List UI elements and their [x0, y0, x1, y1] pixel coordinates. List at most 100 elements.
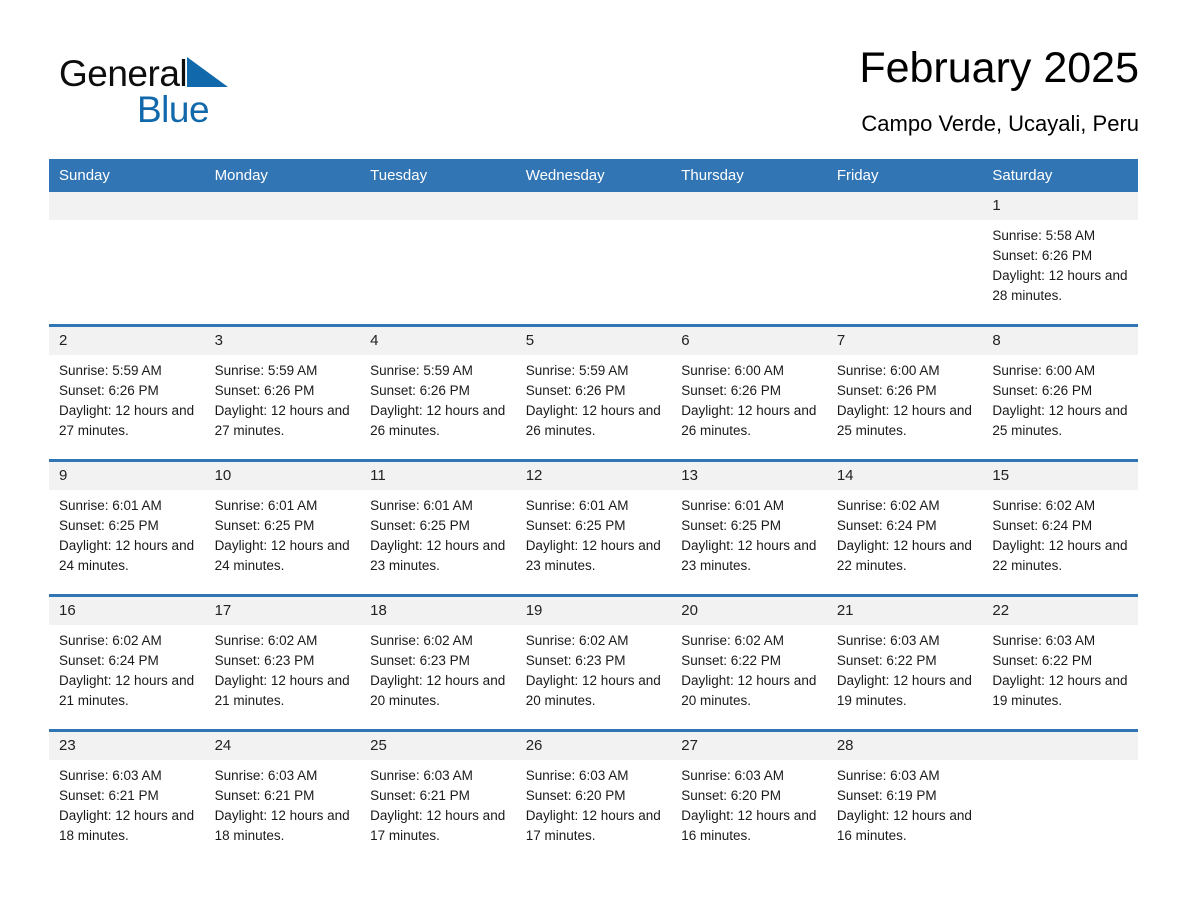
calendar-day-cell[interactable]: 23 Sunrise: 6:03 AM Sunset: 6:21 PM Dayligh…	[49, 729, 205, 864]
sunset-text: Sunset: 6:26 PM	[214, 383, 315, 398]
day-number: 28	[826, 732, 983, 760]
sunrise-text: Sunrise: 6:01 AM	[681, 498, 785, 513]
calendar-day-cell[interactable]: 7 Sunrise: 6:00 AM Sunset: 6:26 PM Daylight…	[826, 324, 983, 461]
sunset-text: Sunset: 6:25 PM	[59, 518, 159, 533]
day-details: Sunrise: 6:03 AM Sunset: 6:22 PM Daylight:…	[827, 625, 983, 711]
calendar-day-cell[interactable]: 10 Sunrise: 6:01 AM Sunset: 6:25 PM Dayligh…	[204, 459, 361, 596]
daylight-text: Daylight: 12 hours and 22 minutes.	[836, 538, 972, 573]
daylight-text: Daylight: 12 hours and 24 minutes.	[214, 538, 350, 573]
calendar-day-cell[interactable]: 20 Sunrise: 6:02 AM Sunset: 6:22 PM Dayligh…	[671, 594, 827, 731]
day-details: Sunrise: 6:01 AM Sunset: 6:25 PM Daylight:…	[516, 490, 672, 576]
calendar-day-cell[interactable]: 5 Sunrise: 5:59 AM Sunset: 6:26 PM Daylight…	[515, 324, 672, 461]
calendar-week-row: 23 Sunrise: 6:03 AM Sunset: 6:21 PM Dayligh…	[49, 729, 1138, 864]
day-details: Sunrise: 6:00 AM Sunset: 6:26 PM Daylight:…	[671, 355, 827, 441]
sunrise-text: Sunrise: 5:59 AM	[214, 363, 318, 378]
daylight-text: Daylight: 12 hours and 19 minutes.	[836, 673, 972, 708]
day-details: Sunrise: 5:59 AM Sunset: 6:26 PM Daylight:…	[205, 355, 361, 441]
calendar-day-cell[interactable]: 4 Sunrise: 5:59 AM Sunset: 6:26 PM Daylight…	[360, 324, 516, 461]
weekday-header-saturday: Saturday	[982, 159, 1138, 192]
daylight-text: Daylight: 12 hours and 16 minutes.	[836, 808, 972, 843]
calendar-day-cell[interactable]: 13 Sunrise: 6:01 AM Sunset: 6:25 PM Dayligh…	[671, 459, 827, 596]
daylight-text: Daylight: 12 hours and 25 minutes.	[836, 403, 972, 438]
day-number: 9	[49, 462, 205, 490]
calendar-day-cell[interactable]: 8 Sunrise: 6:00 AM Sunset: 6:26 PM Daylight…	[982, 324, 1138, 461]
calendar-day-cell-empty	[671, 192, 827, 326]
calendar-day-cell[interactable]: 27 Sunrise: 6:03 AM Sunset: 6:20 PM Dayligh…	[671, 729, 827, 864]
weekday-header-tuesday: Tuesday	[360, 159, 516, 192]
calendar-day-cell[interactable]: 21 Sunrise: 6:03 AM Sunset: 6:22 PM Dayligh…	[826, 594, 983, 731]
sunset-text: Sunset: 6:23 PM	[525, 653, 626, 668]
calendar-week-row: 1 Sunrise: 5:58 AM Sunset: 6:26 PM Daylight…	[49, 192, 1138, 326]
calendar-day-cell[interactable]: 11 Sunrise: 6:01 AM Sunset: 6:25 PM Dayligh…	[360, 459, 516, 596]
calendar-day-cell[interactable]: 1 Sunrise: 5:58 AM Sunset: 6:26 PM Daylight…	[982, 192, 1138, 326]
calendar-day-cell[interactable]: 18 Sunrise: 6:02 AM Sunset: 6:23 PM Dayligh…	[360, 594, 516, 731]
sunset-text: Sunset: 6:25 PM	[214, 518, 315, 533]
sunset-text: Sunset: 6:26 PM	[681, 383, 782, 398]
day-number	[982, 732, 1138, 760]
day-details: Sunrise: 5:58 AM Sunset: 6:26 PM Daylight:…	[982, 220, 1138, 306]
calendar-day-cell[interactable]: 14 Sunrise: 6:02 AM Sunset: 6:24 PM Dayligh…	[826, 459, 983, 596]
calendar-day-cell[interactable]: 28 Sunrise: 6:03 AM Sunset: 6:19 PM Dayligh…	[826, 729, 983, 864]
day-details: Sunrise: 6:03 AM Sunset: 6:19 PM Daylight:…	[827, 760, 983, 846]
day-details: Sunrise: 6:02 AM Sunset: 6:24 PM Daylight:…	[827, 490, 983, 576]
sunset-text: Sunset: 6:19 PM	[836, 788, 937, 803]
day-details: Sunrise: 6:03 AM Sunset: 6:20 PM Daylight:…	[516, 760, 672, 846]
day-number	[204, 192, 361, 220]
day-details: Sunrise: 6:03 AM Sunset: 6:21 PM Daylight:…	[205, 760, 361, 846]
sunset-text: Sunset: 6:21 PM	[370, 788, 470, 803]
daylight-text: Daylight: 12 hours and 17 minutes.	[370, 808, 506, 843]
sunset-text: Sunset: 6:24 PM	[836, 518, 937, 533]
daylight-text: Daylight: 12 hours and 28 minutes.	[992, 268, 1128, 303]
sunrise-text: Sunrise: 6:03 AM	[370, 768, 473, 783]
day-number: 4	[360, 327, 516, 355]
sunset-text: Sunset: 6:26 PM	[525, 383, 626, 398]
daylight-text: Daylight: 12 hours and 19 minutes.	[992, 673, 1128, 708]
sunset-text: Sunset: 6:21 PM	[214, 788, 315, 803]
daylight-text: Daylight: 12 hours and 26 minutes.	[525, 403, 661, 438]
calendar-day-cell-empty	[49, 192, 205, 326]
sunrise-text: Sunrise: 5:59 AM	[59, 363, 162, 378]
daylight-text: Daylight: 12 hours and 21 minutes.	[59, 673, 195, 708]
day-number: 3	[204, 327, 361, 355]
sunrise-text: Sunrise: 6:01 AM	[370, 498, 473, 513]
calendar-day-cell[interactable]: 19 Sunrise: 6:02 AM Sunset: 6:23 PM Dayligh…	[515, 594, 672, 731]
triangle-icon	[187, 57, 229, 87]
daylight-text: Daylight: 12 hours and 24 minutes.	[59, 538, 195, 573]
day-number: 6	[671, 327, 827, 355]
day-details: Sunrise: 6:03 AM Sunset: 6:21 PM Daylight:…	[360, 760, 516, 846]
day-number: 11	[360, 462, 516, 490]
calendar-week-row: 9 Sunrise: 6:01 AM Sunset: 6:25 PM Daylight…	[49, 459, 1138, 596]
calendar-day-cell[interactable]: 22 Sunrise: 6:03 AM Sunset: 6:22 PM Dayligh…	[982, 594, 1138, 731]
day-details: Sunrise: 6:03 AM Sunset: 6:21 PM Daylight:…	[49, 760, 205, 846]
calendar-day-cell[interactable]: 6 Sunrise: 6:00 AM Sunset: 6:26 PM Daylight…	[671, 324, 827, 461]
sunrise-text: Sunrise: 6:03 AM	[681, 768, 785, 783]
calendar-week-row: 16 Sunrise: 6:02 AM Sunset: 6:24 PM Dayligh…	[49, 594, 1138, 731]
page-title: February 2025	[859, 44, 1139, 92]
weekday-header-thursday: Thursday	[671, 159, 827, 192]
sunrise-text: Sunrise: 6:03 AM	[59, 768, 162, 783]
weekday-header-wednesday: Wednesday	[515, 159, 672, 192]
calendar-day-cell[interactable]: 12 Sunrise: 6:01 AM Sunset: 6:25 PM Dayligh…	[515, 459, 672, 596]
calendar-header-row: Sunday Monday Tuesday Wednesday Thursday…	[49, 159, 1138, 192]
sunrise-text: Sunrise: 6:02 AM	[992, 498, 1096, 513]
calendar-day-cell[interactable]: 16 Sunrise: 6:02 AM Sunset: 6:24 PM Dayligh…	[49, 594, 205, 731]
calendar-day-cell[interactable]: 2 Sunrise: 5:59 AM Sunset: 6:26 PM Daylight…	[49, 324, 205, 461]
calendar-day-cell[interactable]: 9 Sunrise: 6:01 AM Sunset: 6:25 PM Daylight…	[49, 459, 205, 596]
day-details: Sunrise: 6:00 AM Sunset: 6:26 PM Daylight:…	[982, 355, 1138, 441]
calendar-day-cell[interactable]: 24 Sunrise: 6:03 AM Sunset: 6:21 PM Dayligh…	[204, 729, 361, 864]
calendar-day-cell[interactable]: 3 Sunrise: 5:59 AM Sunset: 6:26 PM Daylight…	[204, 324, 361, 461]
day-details: Sunrise: 5:59 AM Sunset: 6:26 PM Daylight:…	[49, 355, 205, 441]
calendar-day-cell[interactable]: 26 Sunrise: 6:03 AM Sunset: 6:20 PM Dayligh…	[515, 729, 672, 864]
day-number: 12	[515, 462, 672, 490]
weekday-header-friday: Friday	[826, 159, 983, 192]
calendar-day-cell[interactable]: 15 Sunrise: 6:02 AM Sunset: 6:24 PM Dayligh…	[982, 459, 1138, 596]
calendar-day-cell[interactable]: 17 Sunrise: 6:02 AM Sunset: 6:23 PM Dayligh…	[204, 594, 361, 731]
day-number: 20	[671, 597, 827, 625]
sunrise-text: Sunrise: 5:58 AM	[992, 228, 1096, 243]
day-number: 1	[982, 192, 1138, 220]
daylight-text: Daylight: 12 hours and 21 minutes.	[214, 673, 350, 708]
day-details: Sunrise: 6:02 AM Sunset: 6:23 PM Daylight:…	[205, 625, 361, 711]
day-number: 5	[515, 327, 672, 355]
daylight-text: Daylight: 12 hours and 26 minutes.	[370, 403, 506, 438]
calendar-day-cell[interactable]: 25 Sunrise: 6:03 AM Sunset: 6:21 PM Dayligh…	[360, 729, 516, 864]
